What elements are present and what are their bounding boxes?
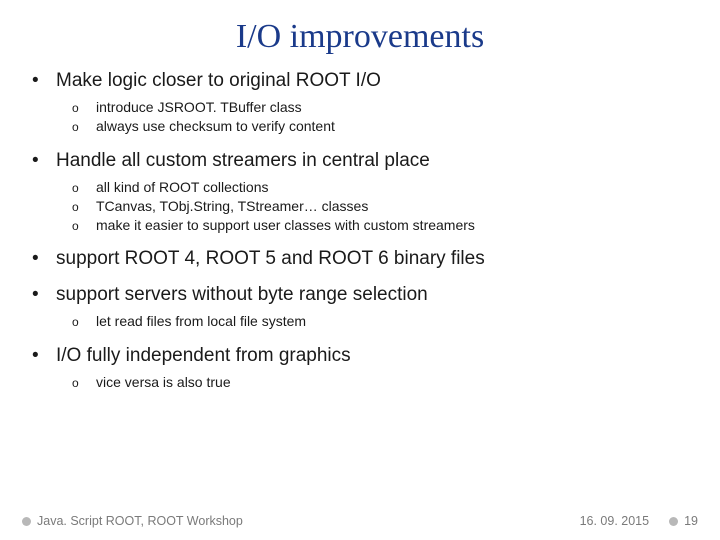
bullet-icon: • [28,150,56,172]
dot-icon [669,517,678,526]
sub-text: let read files from local file system [96,312,306,331]
circle-icon: o [72,119,96,135]
bullet-list: • Make logic closer to original ROOT I/O… [28,70,692,392]
bullet-text: Make logic closer to original ROOT I/O [56,70,381,92]
circle-icon: o [72,199,96,215]
sub-item: oall kind of ROOT collections [28,178,692,197]
bullet-text: I/O fully independent from graphics [56,345,351,367]
sub-list: ointroduce JSROOT. TBuffer class oalways… [28,98,692,136]
dot-icon [22,517,31,526]
sub-item: ovice versa is also true [28,373,692,392]
footer: Java. Script ROOT, ROOT Workshop 16. 09.… [0,514,720,528]
bullet-icon: • [28,345,56,367]
list-item: • Handle all custom streamers in central… [28,150,692,235]
footer-page: 19 [669,514,698,528]
bullet-text: Handle all custom streamers in central p… [56,150,430,172]
sub-item: omake it easier to support user classes … [28,216,692,235]
sub-item: oTCanvas, TObj.String, TStreamer… classe… [28,197,692,216]
circle-icon: o [72,100,96,116]
circle-icon: o [72,180,96,196]
circle-icon: o [72,314,96,330]
sub-list: ovice versa is also true [28,373,692,392]
bullet-text: support ROOT 4, ROOT 5 and ROOT 6 binary… [56,248,485,270]
footer-left-text: Java. Script ROOT, ROOT Workshop [37,514,243,528]
circle-icon: o [72,218,96,234]
sub-text: TCanvas, TObj.String, TStreamer… classes [96,197,368,216]
circle-icon: o [72,375,96,391]
bullet-icon: • [28,248,56,270]
list-item: • I/O fully independent from graphics ov… [28,345,692,392]
list-item: • support servers without byte range sel… [28,284,692,331]
sub-text: introduce JSROOT. TBuffer class [96,98,302,117]
footer-date: 16. 09. 2015 [580,514,650,528]
sub-item: ointroduce JSROOT. TBuffer class [28,98,692,117]
bullet-icon: • [28,70,56,92]
bullet-text: support servers without byte range selec… [56,284,428,306]
sub-list: oall kind of ROOT collections oTCanvas, … [28,178,692,235]
sub-list: olet read files from local file system [28,312,692,331]
list-item: • Make logic closer to original ROOT I/O… [28,70,692,136]
sub-text: make it easier to support user classes w… [96,216,475,235]
sub-item: olet read files from local file system [28,312,692,331]
list-item: • support ROOT 4, ROOT 5 and ROOT 6 bina… [28,248,692,270]
sub-text: all kind of ROOT collections [96,178,268,197]
bullet-icon: • [28,284,56,306]
slide-title: I/O improvements [28,18,692,56]
footer-page-number: 19 [684,514,698,528]
sub-text: always use checksum to verify content [96,117,335,136]
sub-text: vice versa is also true [96,373,231,392]
sub-item: oalways use checksum to verify content [28,117,692,136]
footer-left: Java. Script ROOT, ROOT Workshop [22,514,243,528]
